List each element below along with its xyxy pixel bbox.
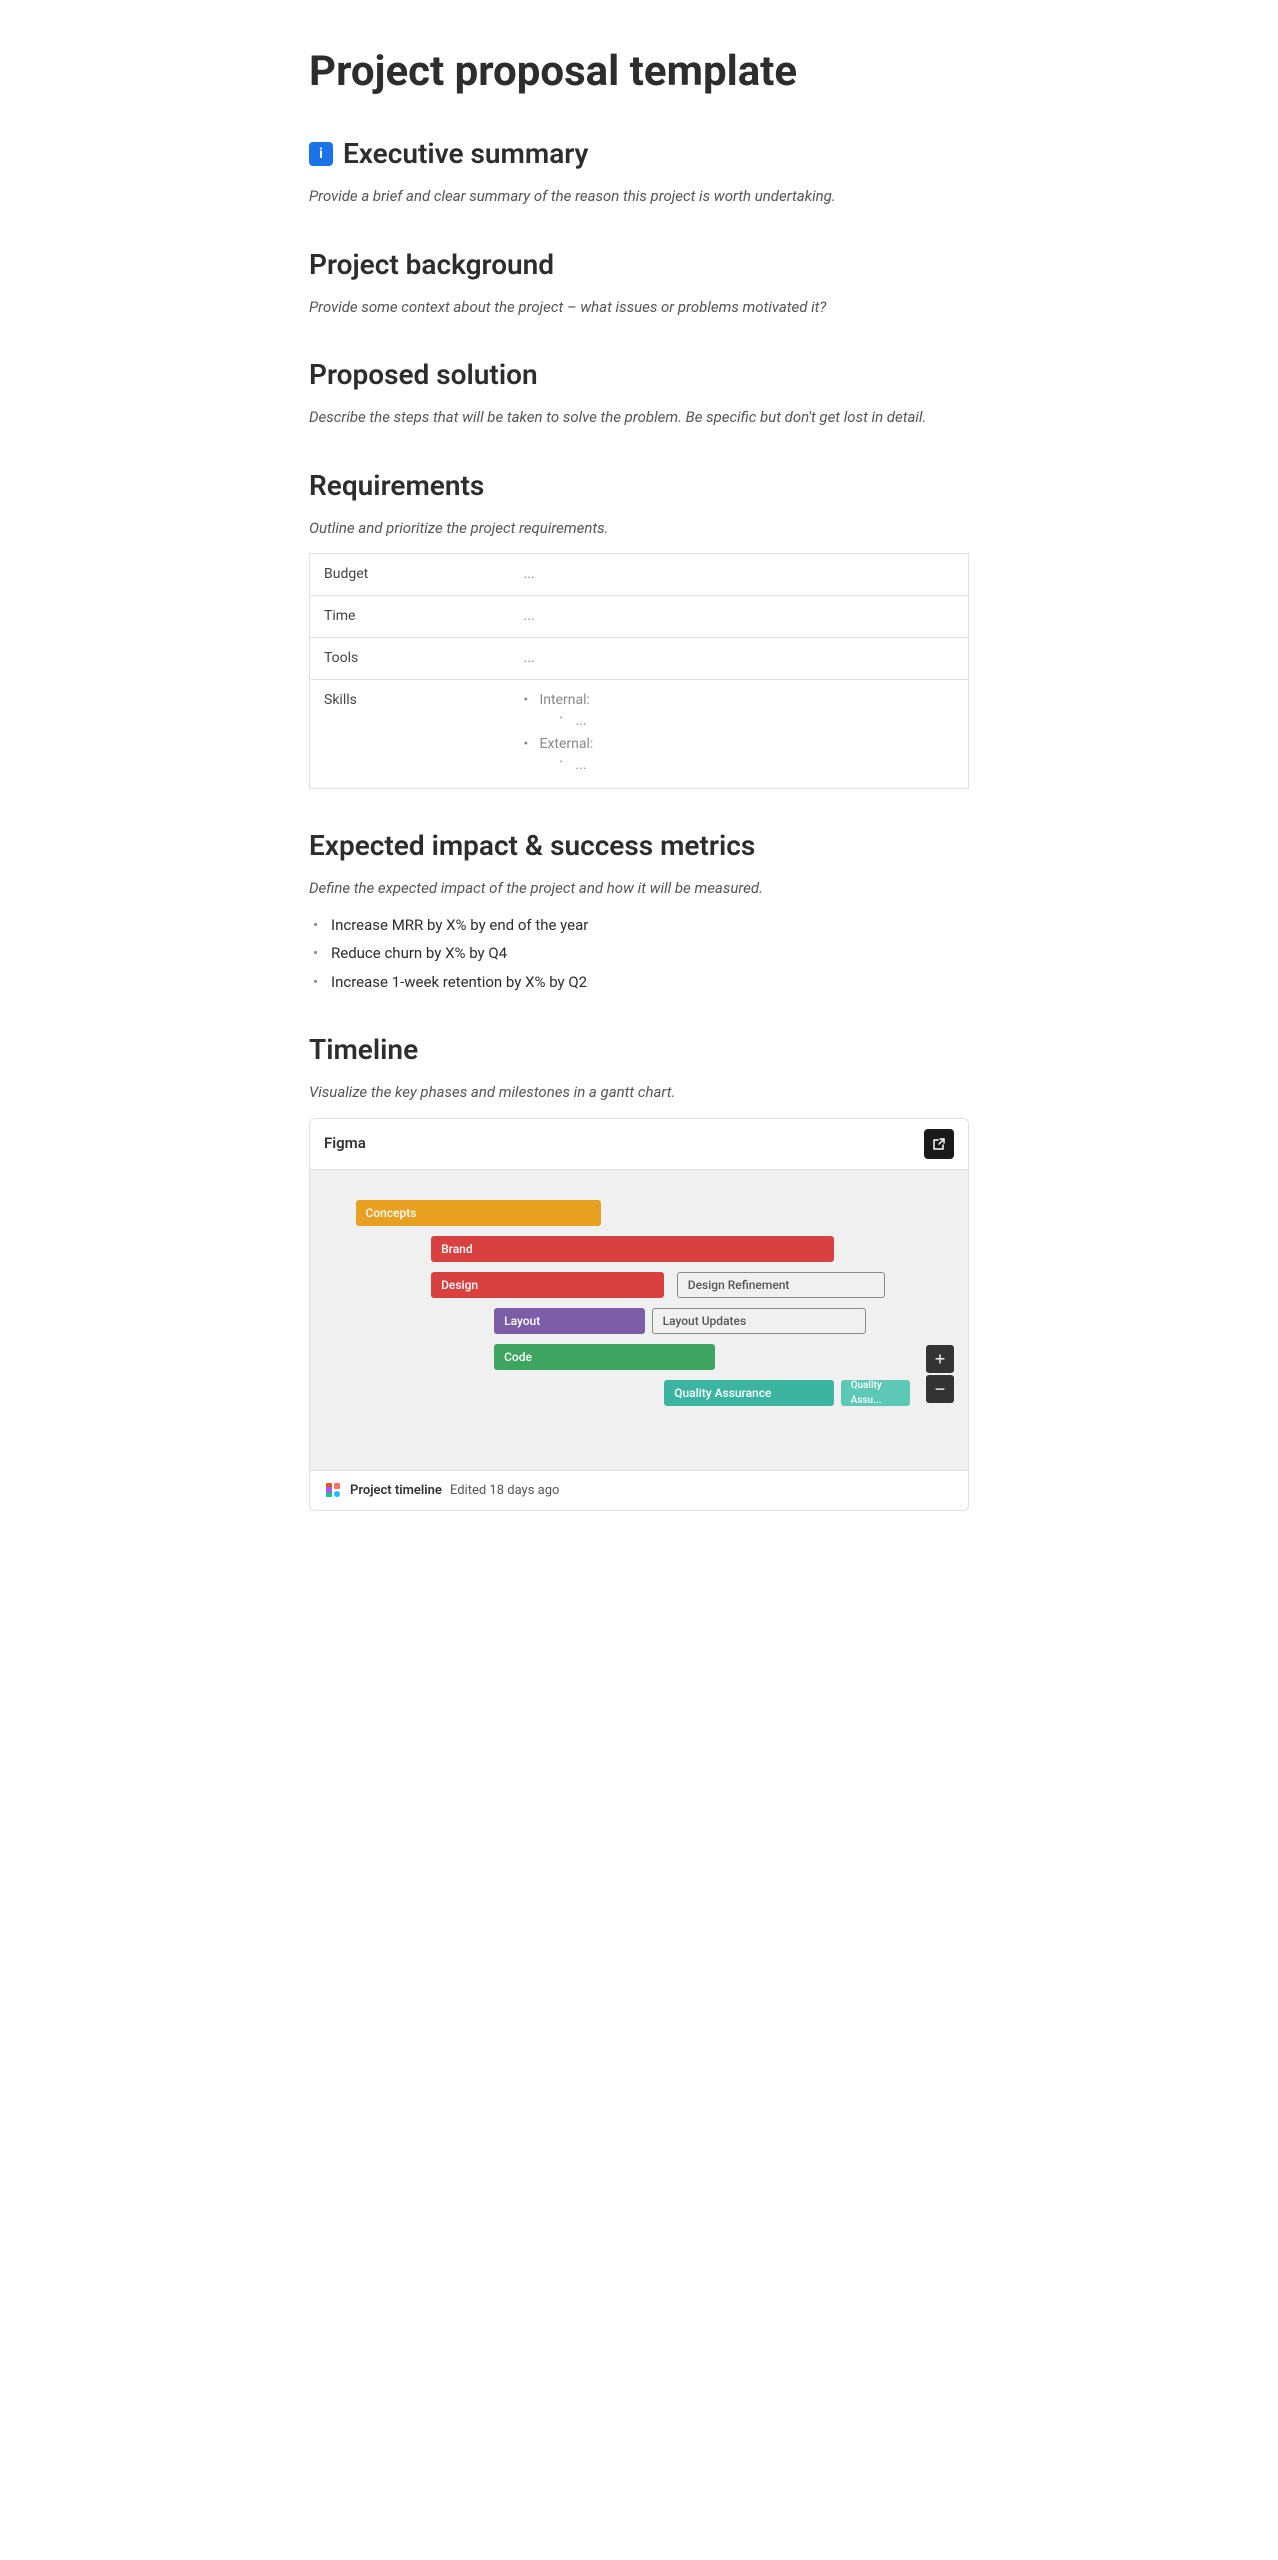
gantt-label: Quality Assurance xyxy=(674,1384,771,1402)
gantt-label: Brand xyxy=(441,1240,473,1258)
executive-summary-heading: i Executive summary xyxy=(309,133,969,175)
table-row-skills: Skills Internal: ... External: ... xyxy=(310,680,969,789)
requirements-subtext: Outline and prioritize the project requi… xyxy=(309,517,969,540)
figma-expand-button[interactable] xyxy=(924,1129,954,1159)
zoom-in-button[interactable]: + xyxy=(926,1345,954,1373)
figma-embed: Figma Concepts Brand xyxy=(309,1118,969,1512)
gantt-label: Code xyxy=(504,1348,532,1366)
executive-summary-subtext: Provide a brief and clear summary of the… xyxy=(309,185,969,208)
list-item: ... xyxy=(560,755,955,776)
figma-edited: Edited 18 days ago xyxy=(450,1481,559,1501)
gantt-bar-design-refinement: Design Refinement xyxy=(677,1272,885,1298)
list-item: External: ... xyxy=(524,734,955,776)
table-cell-label: Tools xyxy=(310,638,510,680)
gantt-label: Layout xyxy=(504,1312,540,1330)
timeline-heading: Timeline xyxy=(309,1029,969,1071)
gantt-bar-quality-assurance: Quality Assurance xyxy=(664,1380,834,1406)
table-cell-label: Time xyxy=(310,596,510,638)
list-item: Internal: ... xyxy=(524,690,955,732)
requirements-section: Requirements Outline and prioritize the … xyxy=(309,465,969,790)
list-item: Reduce churn by X% by Q4 xyxy=(313,942,969,965)
proposed-solution-heading: Proposed solution xyxy=(309,354,969,396)
list-item: Increase 1-week retention by X% by Q2 xyxy=(313,971,969,994)
table-cell-value: ... xyxy=(510,596,969,638)
requirements-table: Budget ... Time ... Tools ... Skills Int… xyxy=(309,553,969,789)
table-row: Tools ... xyxy=(310,638,969,680)
proposed-solution-section: Proposed solution Describe the steps tha… xyxy=(309,354,969,429)
list-item: ... xyxy=(560,711,955,732)
gantt-bar-quality-assurance-2: Quality Assu... xyxy=(841,1380,910,1406)
page-title: Project proposal template xyxy=(309,40,969,103)
figma-footer: Project timeline Edited 18 days ago xyxy=(310,1470,968,1511)
info-icon: i xyxy=(309,142,333,166)
gantt-label: Layout Updates xyxy=(663,1312,747,1330)
gantt-bar-brand: Brand xyxy=(431,1236,834,1262)
zoom-controls: + − xyxy=(926,1345,954,1403)
project-background-section: Project background Provide some context … xyxy=(309,244,969,319)
project-background-subtext: Provide some context about the project –… xyxy=(309,296,969,319)
expected-impact-heading: Expected impact & success metrics xyxy=(309,825,969,867)
timeline-section: Timeline Visualize the key phases and mi… xyxy=(309,1029,969,1511)
figma-filename: Project timeline xyxy=(350,1481,442,1501)
zoom-out-button[interactable]: − xyxy=(926,1375,954,1403)
project-background-heading: Project background xyxy=(309,244,969,286)
gantt-chart: Concepts Brand Design Design Refinement … xyxy=(324,1190,954,1450)
gantt-bar-design: Design xyxy=(431,1272,664,1298)
gantt-bar-code: Code xyxy=(494,1344,715,1370)
figma-footer-icon xyxy=(324,1481,342,1499)
table-row: Time ... xyxy=(310,596,969,638)
requirements-heading: Requirements xyxy=(309,465,969,507)
gantt-label: Concepts xyxy=(366,1204,417,1222)
figma-app-label: Figma xyxy=(324,1132,366,1155)
timeline-subtext: Visualize the key phases and milestones … xyxy=(309,1081,969,1104)
table-row: Budget ... xyxy=(310,554,969,596)
gantt-label: Design xyxy=(441,1276,478,1294)
gantt-bar-layout-updates: Layout Updates xyxy=(652,1308,866,1334)
proposed-solution-subtext: Describe the steps that will be taken to… xyxy=(309,406,969,429)
external-label: External: xyxy=(540,736,594,752)
table-cell-value: ... xyxy=(510,638,969,680)
list-item: Increase MRR by X% by end of the year xyxy=(313,914,969,937)
expected-impact-section: Expected impact & success metrics Define… xyxy=(309,825,969,993)
expected-impact-subtext: Define the expected impact of the projec… xyxy=(309,877,969,900)
table-cell-value: ... xyxy=(510,554,969,596)
executive-summary-section: i Executive summary Provide a brief and … xyxy=(309,133,969,208)
gantt-bar-layout: Layout xyxy=(494,1308,645,1334)
figma-header: Figma xyxy=(310,1119,968,1170)
gantt-label: Design Refinement xyxy=(688,1276,790,1294)
table-cell-label: Budget xyxy=(310,554,510,596)
internal-label: Internal: xyxy=(540,692,590,708)
figma-content: Concepts Brand Design Design Refinement … xyxy=(310,1170,968,1470)
gantt-label: Quality Assu... xyxy=(851,1378,910,1408)
table-cell-skills-label: Skills xyxy=(310,680,510,789)
impact-list: Increase MRR by X% by end of the year Re… xyxy=(309,914,969,994)
table-cell-skills-value: Internal: ... External: ... xyxy=(510,680,969,789)
gantt-bar-concepts: Concepts xyxy=(356,1200,602,1226)
